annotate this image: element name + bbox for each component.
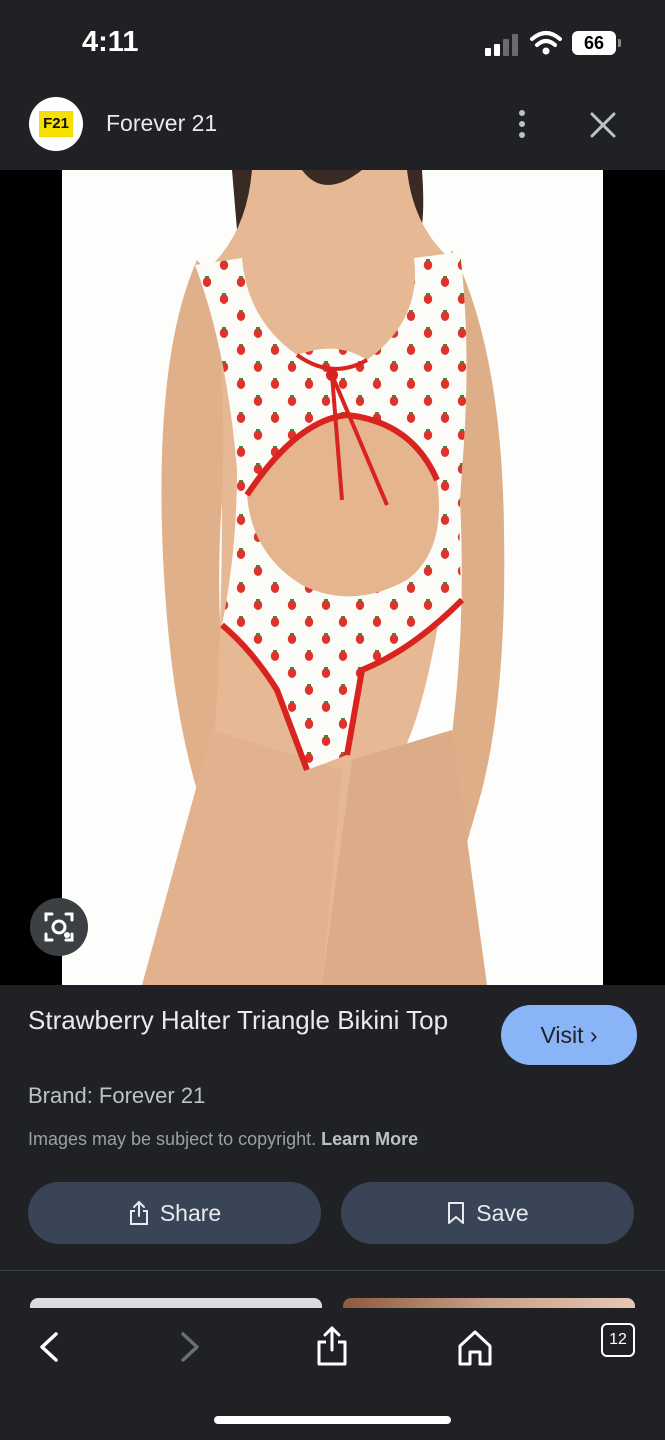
bookmark-icon <box>448 1202 465 1224</box>
divider <box>0 1270 665 1271</box>
share-button[interactable]: Share <box>28 1182 321 1244</box>
more-vert-icon[interactable] <box>505 104 539 144</box>
chevron-right-icon: › <box>589 1022 598 1048</box>
site-logo: F21 <box>29 97 83 151</box>
image-viewer <box>0 170 665 985</box>
ios-share-icon[interactable] <box>307 1322 357 1372</box>
site-name[interactable]: Forever 21 <box>106 110 217 137</box>
learn-more-link[interactable]: Learn More <box>321 1129 418 1149</box>
share-label: Share <box>159 1199 222 1226</box>
lens-icon[interactable] <box>30 898 88 956</box>
share-icon <box>129 1200 148 1225</box>
wifi-icon <box>530 31 562 55</box>
back-icon[interactable] <box>24 1322 74 1372</box>
product-title: Strawberry Halter Triangle Bikini Top <box>28 1005 449 1035</box>
source-header: F21 Forever 21 <box>0 88 665 170</box>
battery-icon: 66 <box>572 31 616 55</box>
tabs-icon[interactable]: 12 <box>601 1323 635 1357</box>
visit-button[interactable]: Visit › <box>501 1005 637 1065</box>
visit-label: Visit <box>540 1022 584 1048</box>
status-time: 4:11 <box>82 26 139 58</box>
copyright-notice: Images may be subject to copyright. Lear… <box>28 1129 418 1150</box>
brand-text: Brand: Forever 21 <box>28 1083 206 1108</box>
related-image-thumbnail[interactable] <box>30 1298 322 1308</box>
forward-icon[interactable] <box>165 1322 215 1372</box>
status-bar: 4:11 66 <box>0 0 665 88</box>
home-icon[interactable] <box>450 1322 500 1372</box>
battery-nub <box>618 39 621 47</box>
signal-icon <box>485 34 521 56</box>
related-image-thumbnail[interactable] <box>343 1298 635 1308</box>
product-image[interactable] <box>62 170 603 985</box>
copyright-text: Images may be subject to copyright. <box>28 1129 317 1149</box>
close-icon[interactable] <box>586 108 620 142</box>
home-indicator <box>214 1416 451 1424</box>
save-label: Save <box>476 1199 529 1226</box>
logo-text: F21 <box>39 111 73 137</box>
save-button[interactable]: Save <box>341 1182 634 1244</box>
